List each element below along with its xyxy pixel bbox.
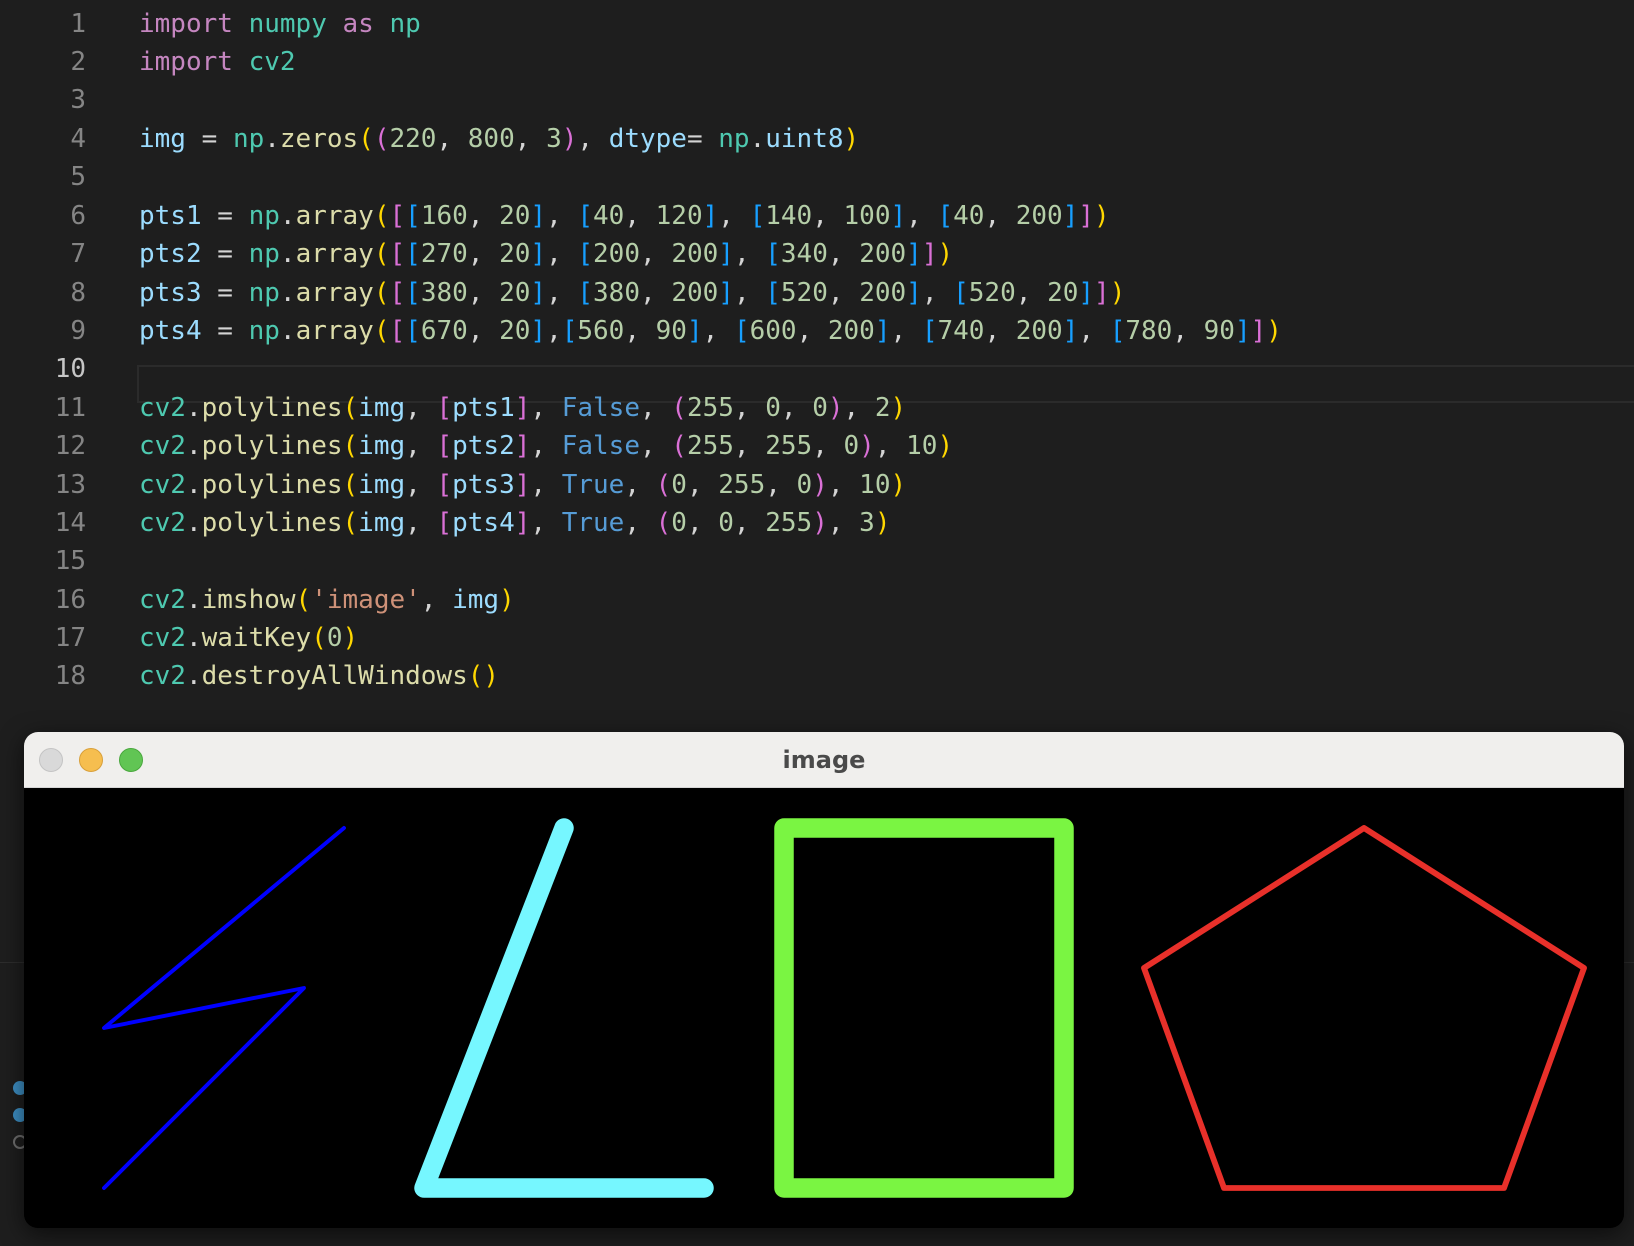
line-number: 2: [70, 47, 86, 77]
code-text: pts3 = np.array([[380, 20], [380, 200], …: [139, 278, 1126, 308]
code-text: cv2.polylines(img, [pts4], True, (0, 0, …: [139, 508, 891, 538]
code-line[interactable]: 12 cv2.polylines(img, [pts2], False, (255…: [0, 426, 1634, 466]
image-window[interactable]: image: [24, 732, 1624, 1228]
polyline-pts2: [414, 818, 714, 1198]
code-line[interactable]: 4 img = np.zeros((220, 800, 3), dtype= np…: [0, 119, 1634, 159]
code-line[interactable]: 10: [0, 349, 1634, 389]
code-line[interactable]: 9 pts4 = np.array([[670, 20],[560, 90], […: [0, 311, 1634, 351]
code-text: cv2.imshow('image', img): [139, 585, 515, 615]
line-number: 11: [54, 393, 86, 423]
line-number: 15: [54, 546, 86, 576]
line-number: 1: [70, 9, 86, 39]
line-number: 8: [70, 278, 86, 308]
line-number: 9: [70, 316, 86, 346]
code-line[interactable]: 16 cv2.imshow('image', img): [0, 580, 1634, 620]
code-text: cv2.destroyAllWindows(): [139, 661, 500, 691]
image-canvas: [24, 788, 1624, 1228]
code-line[interactable]: 17 cv2.waitKey(0): [0, 618, 1634, 658]
code-text: pts4 = np.array([[670, 20],[560, 90], [6…: [139, 316, 1282, 346]
line-number: 3: [70, 85, 86, 115]
code-line[interactable]: 5: [0, 157, 1634, 197]
code-text: pts2 = np.array([[270, 20], [200, 200], …: [139, 239, 954, 269]
line-number: 7: [70, 239, 86, 269]
code-line[interactable]: 14 cv2.polylines(img, [pts4], True, (0, 0…: [0, 503, 1634, 543]
code-line[interactable]: 3: [0, 80, 1634, 120]
image-drawing: [102, 818, 1587, 1198]
code-text: img = np.zeros((220, 800, 3), dtype= np.…: [139, 124, 860, 154]
window-titlebar[interactable]: image: [24, 732, 1624, 788]
code-text: import cv2: [139, 47, 296, 77]
window-title: image: [782, 746, 866, 774]
code-text: cv2.polylines(img, [pts2], False, (255, …: [139, 431, 954, 461]
code-line[interactable]: 13 cv2.polylines(img, [pts3], True, (0, 2…: [0, 465, 1634, 505]
code-text: cv2.waitKey(0): [139, 623, 359, 653]
polyline-pts3: [774, 818, 1074, 1198]
code-text: import numpy as np: [139, 9, 421, 39]
code-text: pts1 = np.array([[160, 20], [40, 120], […: [139, 201, 1110, 231]
line-number: 17: [54, 623, 86, 653]
line-number: 13: [54, 470, 86, 500]
code-line[interactable]: 18 cv2.destroyAllWindows(): [0, 656, 1634, 696]
code-line[interactable]: 7 pts2 = np.array([[270, 20], [200, 200],…: [0, 234, 1634, 274]
code-line[interactable]: 2 import cv2: [0, 42, 1634, 82]
code-line[interactable]: 6 pts1 = np.array([[160, 20], [40, 120], …: [0, 196, 1634, 236]
code-line[interactable]: 11 cv2.polylines(img, [pts1], False, (255…: [0, 388, 1634, 428]
code-text: cv2.polylines(img, [pts1], False, (255, …: [139, 393, 907, 423]
line-number: 6: [70, 201, 86, 231]
line-number: 12: [54, 431, 86, 461]
line-number: 16: [54, 585, 86, 615]
line-number: 5: [70, 162, 86, 192]
line-number: 4: [70, 124, 86, 154]
polyline-pts1: [102, 826, 346, 1190]
code-text: cv2.polylines(img, [pts3], True, (0, 255…: [139, 470, 907, 500]
polyline-pts4: [1141, 825, 1587, 1191]
line-number: 18: [54, 661, 86, 691]
code-line[interactable]: 8 pts3 = np.array([[380, 20], [380, 200],…: [0, 273, 1634, 313]
code-line[interactable]: 1 import numpy as np: [0, 4, 1634, 44]
line-number: 14: [54, 508, 86, 538]
line-number: 10: [54, 354, 86, 384]
code-line[interactable]: 15: [0, 541, 1634, 581]
